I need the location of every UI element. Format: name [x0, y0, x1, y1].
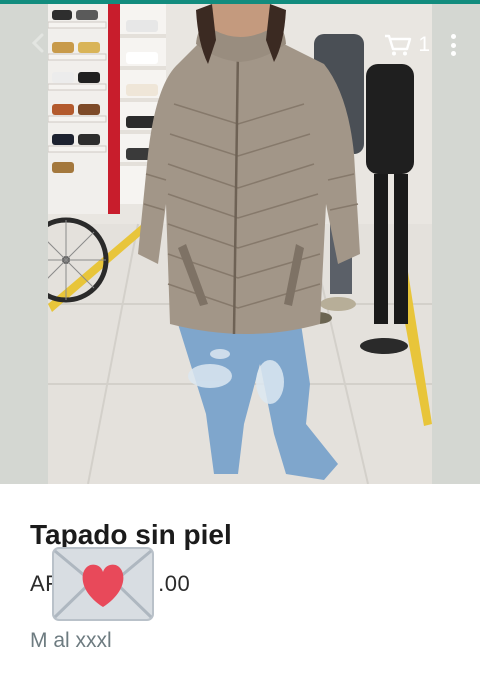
- product-image-area[interactable]: 1: [0, 4, 480, 484]
- product-photo: [48, 4, 432, 484]
- topbar-actions: 1: [384, 30, 462, 60]
- more-options-button[interactable]: [444, 30, 462, 60]
- more-vertical-icon: [450, 34, 456, 39]
- price-suffix: .00: [158, 571, 191, 596]
- cart-count-badge: 1: [418, 33, 430, 56]
- cart-button[interactable]: 1: [384, 33, 430, 57]
- back-arrow-icon[interactable]: [28, 32, 50, 54]
- cart-icon: [385, 34, 412, 56]
- product-description: M al xxxl: [30, 629, 112, 652]
- love-letter-envelope-icon: [52, 547, 154, 621]
